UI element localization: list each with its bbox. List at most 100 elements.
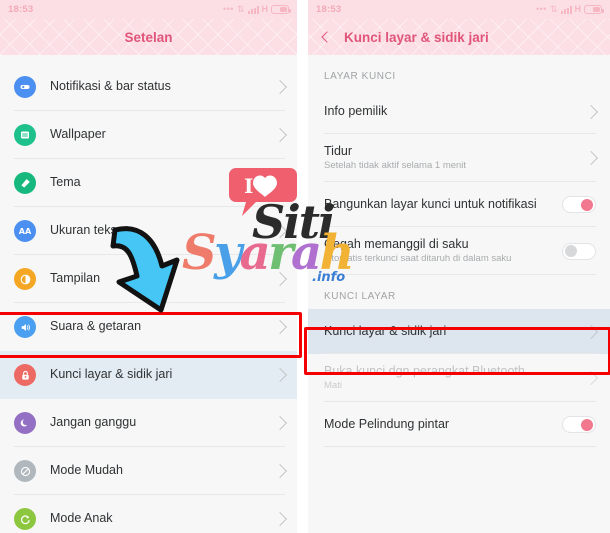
sidebar-item-text-size[interactable]: AA Ukuran teks xyxy=(0,207,297,255)
toggle-wake-lockscreen[interactable] xyxy=(562,196,596,213)
toggle-prevent-pocket-dialing[interactable] xyxy=(562,242,596,260)
item-labels: Mode Mudah xyxy=(50,463,269,479)
battery-icon xyxy=(584,5,604,14)
item-label: Mode Pelindung pintar xyxy=(324,416,450,431)
chevron-right-icon xyxy=(583,150,599,166)
item-labels: Tidur Setelah tidak aktif selama 1 menit xyxy=(324,144,580,173)
item-label: Kunci layar & sidik jari xyxy=(50,367,173,382)
dual-screenshot-container: 18:53 ••• ⇅ H Setelan Notifikasi & bar s… xyxy=(0,0,610,533)
list-item-sleep[interactable]: Tidur Setelah tidak aktif selama 1 menit xyxy=(308,134,610,182)
sidebar-item-kids-mode[interactable]: Mode Anak xyxy=(0,495,297,533)
theme-brush-icon xyxy=(14,172,36,194)
list-item-wake-lockscreen-for-notifications[interactable]: Bangunkan layar kunci untuk notifikasi xyxy=(308,182,610,227)
easy-mode-icon xyxy=(14,460,36,482)
item-labels: Mode Anak xyxy=(50,511,269,527)
left-status-bar: 18:53 ••• ⇅ H xyxy=(0,0,297,19)
left-phone-screen: 18:53 ••• ⇅ H Setelan Notifikasi & bar s… xyxy=(0,0,297,533)
item-label: Jangan ganggu xyxy=(50,415,137,430)
chevron-right-icon xyxy=(583,104,599,119)
more-dots-icon: ••• xyxy=(223,4,234,14)
section-header-screen-lock: KUNCI LAYAR xyxy=(308,275,610,309)
sound-vibration-icon xyxy=(14,316,36,338)
data-transfer-icon: ⇅ xyxy=(236,4,245,14)
do-not-disturb-moon-icon xyxy=(14,412,36,434)
chevron-right-icon xyxy=(272,79,288,95)
item-label: Notifikasi & bar status xyxy=(50,79,171,94)
chevron-right-icon xyxy=(583,324,599,339)
right-status-bar: 18:53 ••• ⇅ H xyxy=(308,0,610,19)
item-labels: Ukuran teks xyxy=(50,223,269,239)
chevron-right-icon xyxy=(272,463,288,479)
page-title: Setelan xyxy=(124,29,173,45)
settings-list: Notifikasi & bar status Wallpaper Tema A… xyxy=(0,55,297,533)
wallpaper-icon xyxy=(14,124,36,146)
page-title: Kunci layar & sidik jari xyxy=(344,29,489,45)
item-labels: Tema xyxy=(50,175,269,191)
item-labels: Wallpaper xyxy=(50,127,269,143)
list-item-prevent-pocket-dialing[interactable]: Cegah memanggil di saku Otomatis terkunc… xyxy=(308,227,610,275)
item-labels: Notifikasi & bar status xyxy=(50,79,269,95)
chevron-right-icon xyxy=(272,223,288,239)
sidebar-item-display[interactable]: Tampilan xyxy=(0,255,297,303)
signal-bars-icon xyxy=(560,5,572,14)
item-label: Tidur xyxy=(324,143,353,158)
sidebar-item-theme[interactable]: Tema xyxy=(0,159,297,207)
item-labels: Buka kunci dgn perangkat Bluetooth Mati xyxy=(324,364,580,393)
chevron-right-icon xyxy=(272,511,288,527)
chevron-right-icon xyxy=(272,175,288,191)
list-item-smart-protect-mode[interactable]: Mode Pelindung pintar xyxy=(308,402,610,447)
text-size-icon: AA xyxy=(14,220,36,242)
status-time: 18:53 xyxy=(8,4,34,15)
sidebar-item-sound-and-vibration[interactable]: Suara & getaran xyxy=(0,303,297,351)
sidebar-item-do-not-disturb[interactable]: Jangan ganggu xyxy=(0,399,297,447)
item-sublabel: Mati xyxy=(324,380,342,392)
chevron-right-icon xyxy=(272,127,288,143)
item-labels: Kunci layar & sidik jari xyxy=(50,367,269,383)
status-icon-group: ••• ⇅ H xyxy=(536,4,604,14)
status-time: 18:53 xyxy=(316,4,342,15)
row-divider xyxy=(324,446,596,447)
item-sublabel: Setelah tidak aktif selama 1 menit xyxy=(324,160,467,172)
svg-text:AA: AA xyxy=(19,227,32,236)
list-item-screen-lock-and-fingerprint[interactable]: Kunci layar & sidik jari xyxy=(308,309,610,354)
left-app-bar: Setelan xyxy=(0,19,297,55)
item-label: Mode Anak xyxy=(50,511,113,526)
lock-fingerprint-icon xyxy=(14,364,36,386)
item-labels: Bangunkan layar kunci untuk notifikasi xyxy=(324,197,554,213)
item-labels: Kunci layar & sidik jari xyxy=(324,324,580,340)
notification-icon xyxy=(14,76,36,98)
signal-bars-icon xyxy=(247,5,259,14)
item-label: Mode Mudah xyxy=(50,463,123,478)
more-dots-icon: ••• xyxy=(536,4,547,14)
chevron-right-icon xyxy=(272,319,288,335)
sidebar-item-lock-screen-and-fingerprint[interactable]: Kunci layar & sidik jari xyxy=(0,351,297,399)
chevron-right-icon xyxy=(272,367,288,383)
item-label: Cegah memanggil di saku xyxy=(324,236,469,251)
back-chevron-icon[interactable] xyxy=(314,19,340,55)
toggle-smart-protect-mode[interactable] xyxy=(562,416,596,433)
list-item-owner-info[interactable]: Info pemilik xyxy=(308,89,610,134)
data-transfer-icon: ⇅ xyxy=(549,4,558,14)
list-item-bluetooth-unlock[interactable]: Buka kunci dgn perangkat Bluetooth Mati xyxy=(308,354,610,402)
item-labels: Mode Pelindung pintar xyxy=(324,417,554,433)
item-label: Bangunkan layar kunci untuk notifikasi xyxy=(324,196,537,211)
item-label: Tampilan xyxy=(50,271,101,286)
chevron-right-icon xyxy=(272,271,288,287)
item-label: Buka kunci dgn perangkat Bluetooth xyxy=(324,363,525,378)
network-type-h: H xyxy=(574,4,582,14)
item-sublabel: Otomatis terkunci saat ditaruh di dalam … xyxy=(324,253,512,265)
right-app-bar: Kunci layar & sidik jari xyxy=(308,19,610,55)
item-labels: Tampilan xyxy=(50,271,269,287)
sidebar-item-wallpaper[interactable]: Wallpaper xyxy=(0,111,297,159)
item-labels: Jangan ganggu xyxy=(50,415,269,431)
screen-separator xyxy=(297,0,308,533)
chevron-right-icon xyxy=(272,415,288,431)
sidebar-item-notifications-and-status-bar[interactable]: Notifikasi & bar status xyxy=(0,63,297,111)
item-labels: Info pemilik xyxy=(324,104,580,120)
item-label: Ukuran teks xyxy=(50,223,117,238)
lockscreen-settings-list: LAYAR KUNCI Info pemilik Tidur Setelah t… xyxy=(308,55,610,447)
display-brightness-icon xyxy=(14,268,36,290)
item-label: Info pemilik xyxy=(324,103,388,118)
sidebar-item-easy-mode[interactable]: Mode Mudah xyxy=(0,447,297,495)
item-label: Wallpaper xyxy=(50,127,106,142)
